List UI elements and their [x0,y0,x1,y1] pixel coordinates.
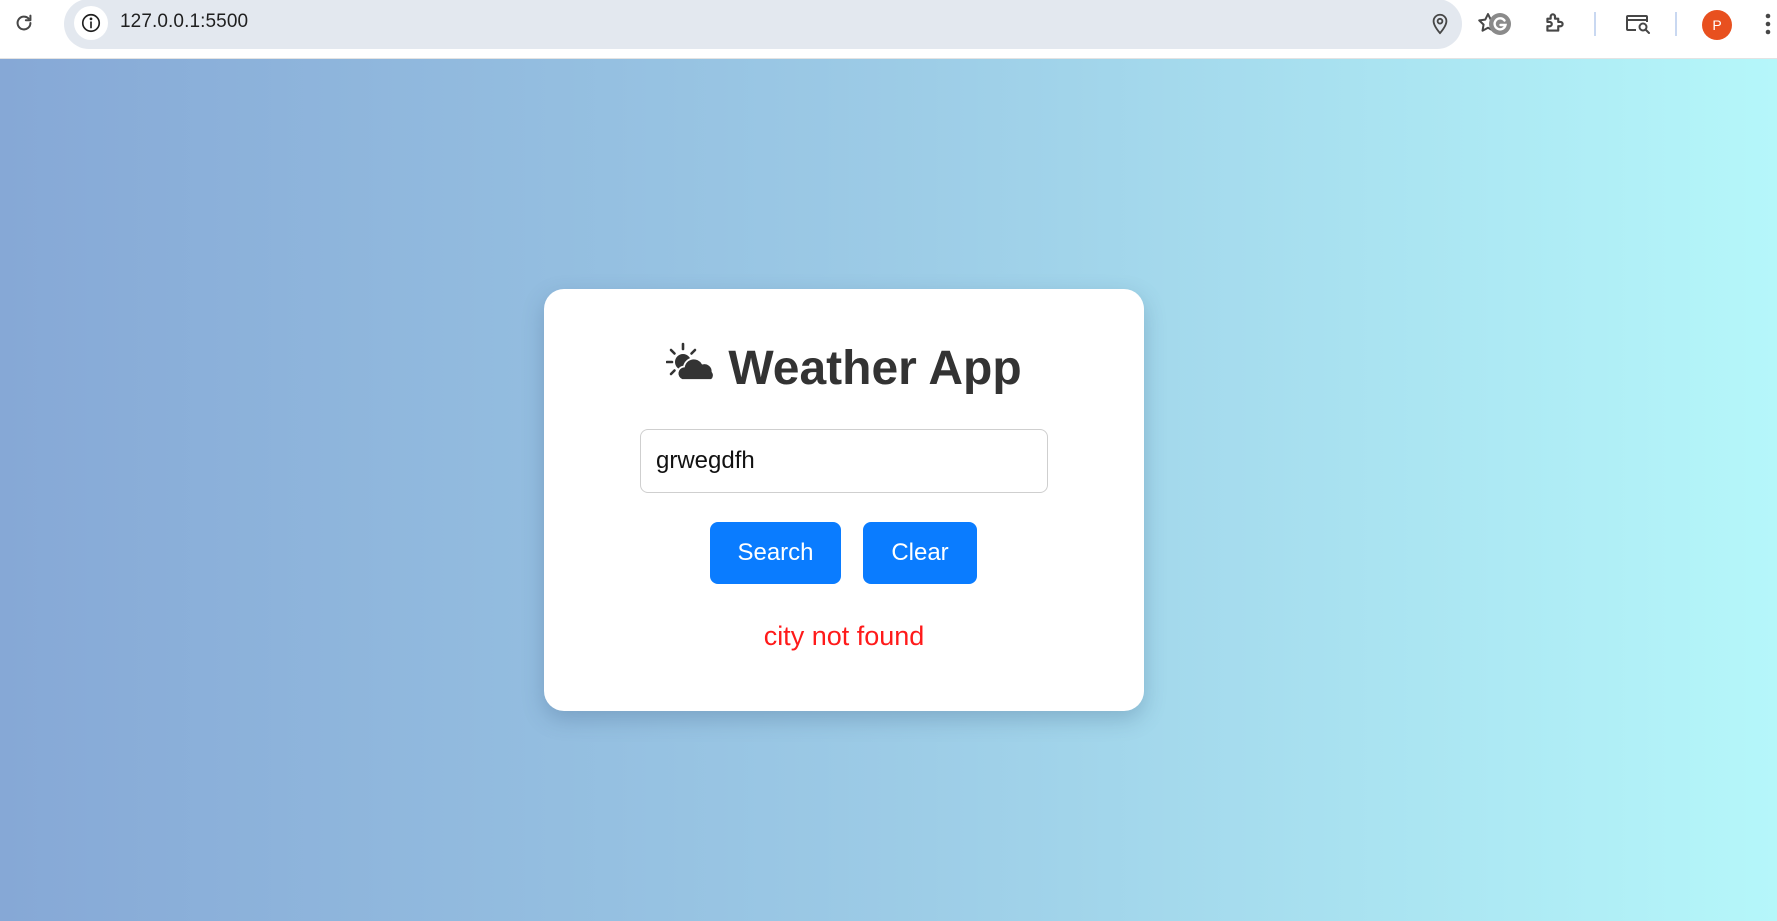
more-menu-icon[interactable] [1758,10,1777,38]
address-bar[interactable]: 127.0.0.1:5500 [64,0,1498,49]
search-button[interactable]: Search [710,522,841,584]
weather-card: Weather App Search Clear city not found [544,289,1144,711]
clear-button[interactable]: Clear [863,522,977,584]
browser-toolbar: 127.0.0.1:5500 P [0,0,1777,59]
city-search-input[interactable] [640,429,1048,493]
tab-search-icon[interactable] [1622,10,1654,38]
toolbar-divider [1594,12,1596,36]
profile-avatar[interactable]: P [1702,10,1732,40]
toolbar-divider [1675,12,1677,36]
error-message: city not found [763,621,925,651]
page-title: Weather App [544,341,1144,399]
site-info-icon[interactable] [74,6,108,40]
page-background: Weather App Search Clear city not found [0,59,1777,921]
grammarly-icon[interactable] [1486,10,1514,38]
url-text[interactable]: 127.0.0.1:5500 [120,11,248,33]
sun-behind-cloud-icon [666,339,718,395]
extensions-icon[interactable] [1541,9,1569,37]
reload-icon[interactable] [10,9,38,37]
app-title-text: Weather App [728,342,1022,395]
location-icon[interactable] [1426,9,1454,37]
